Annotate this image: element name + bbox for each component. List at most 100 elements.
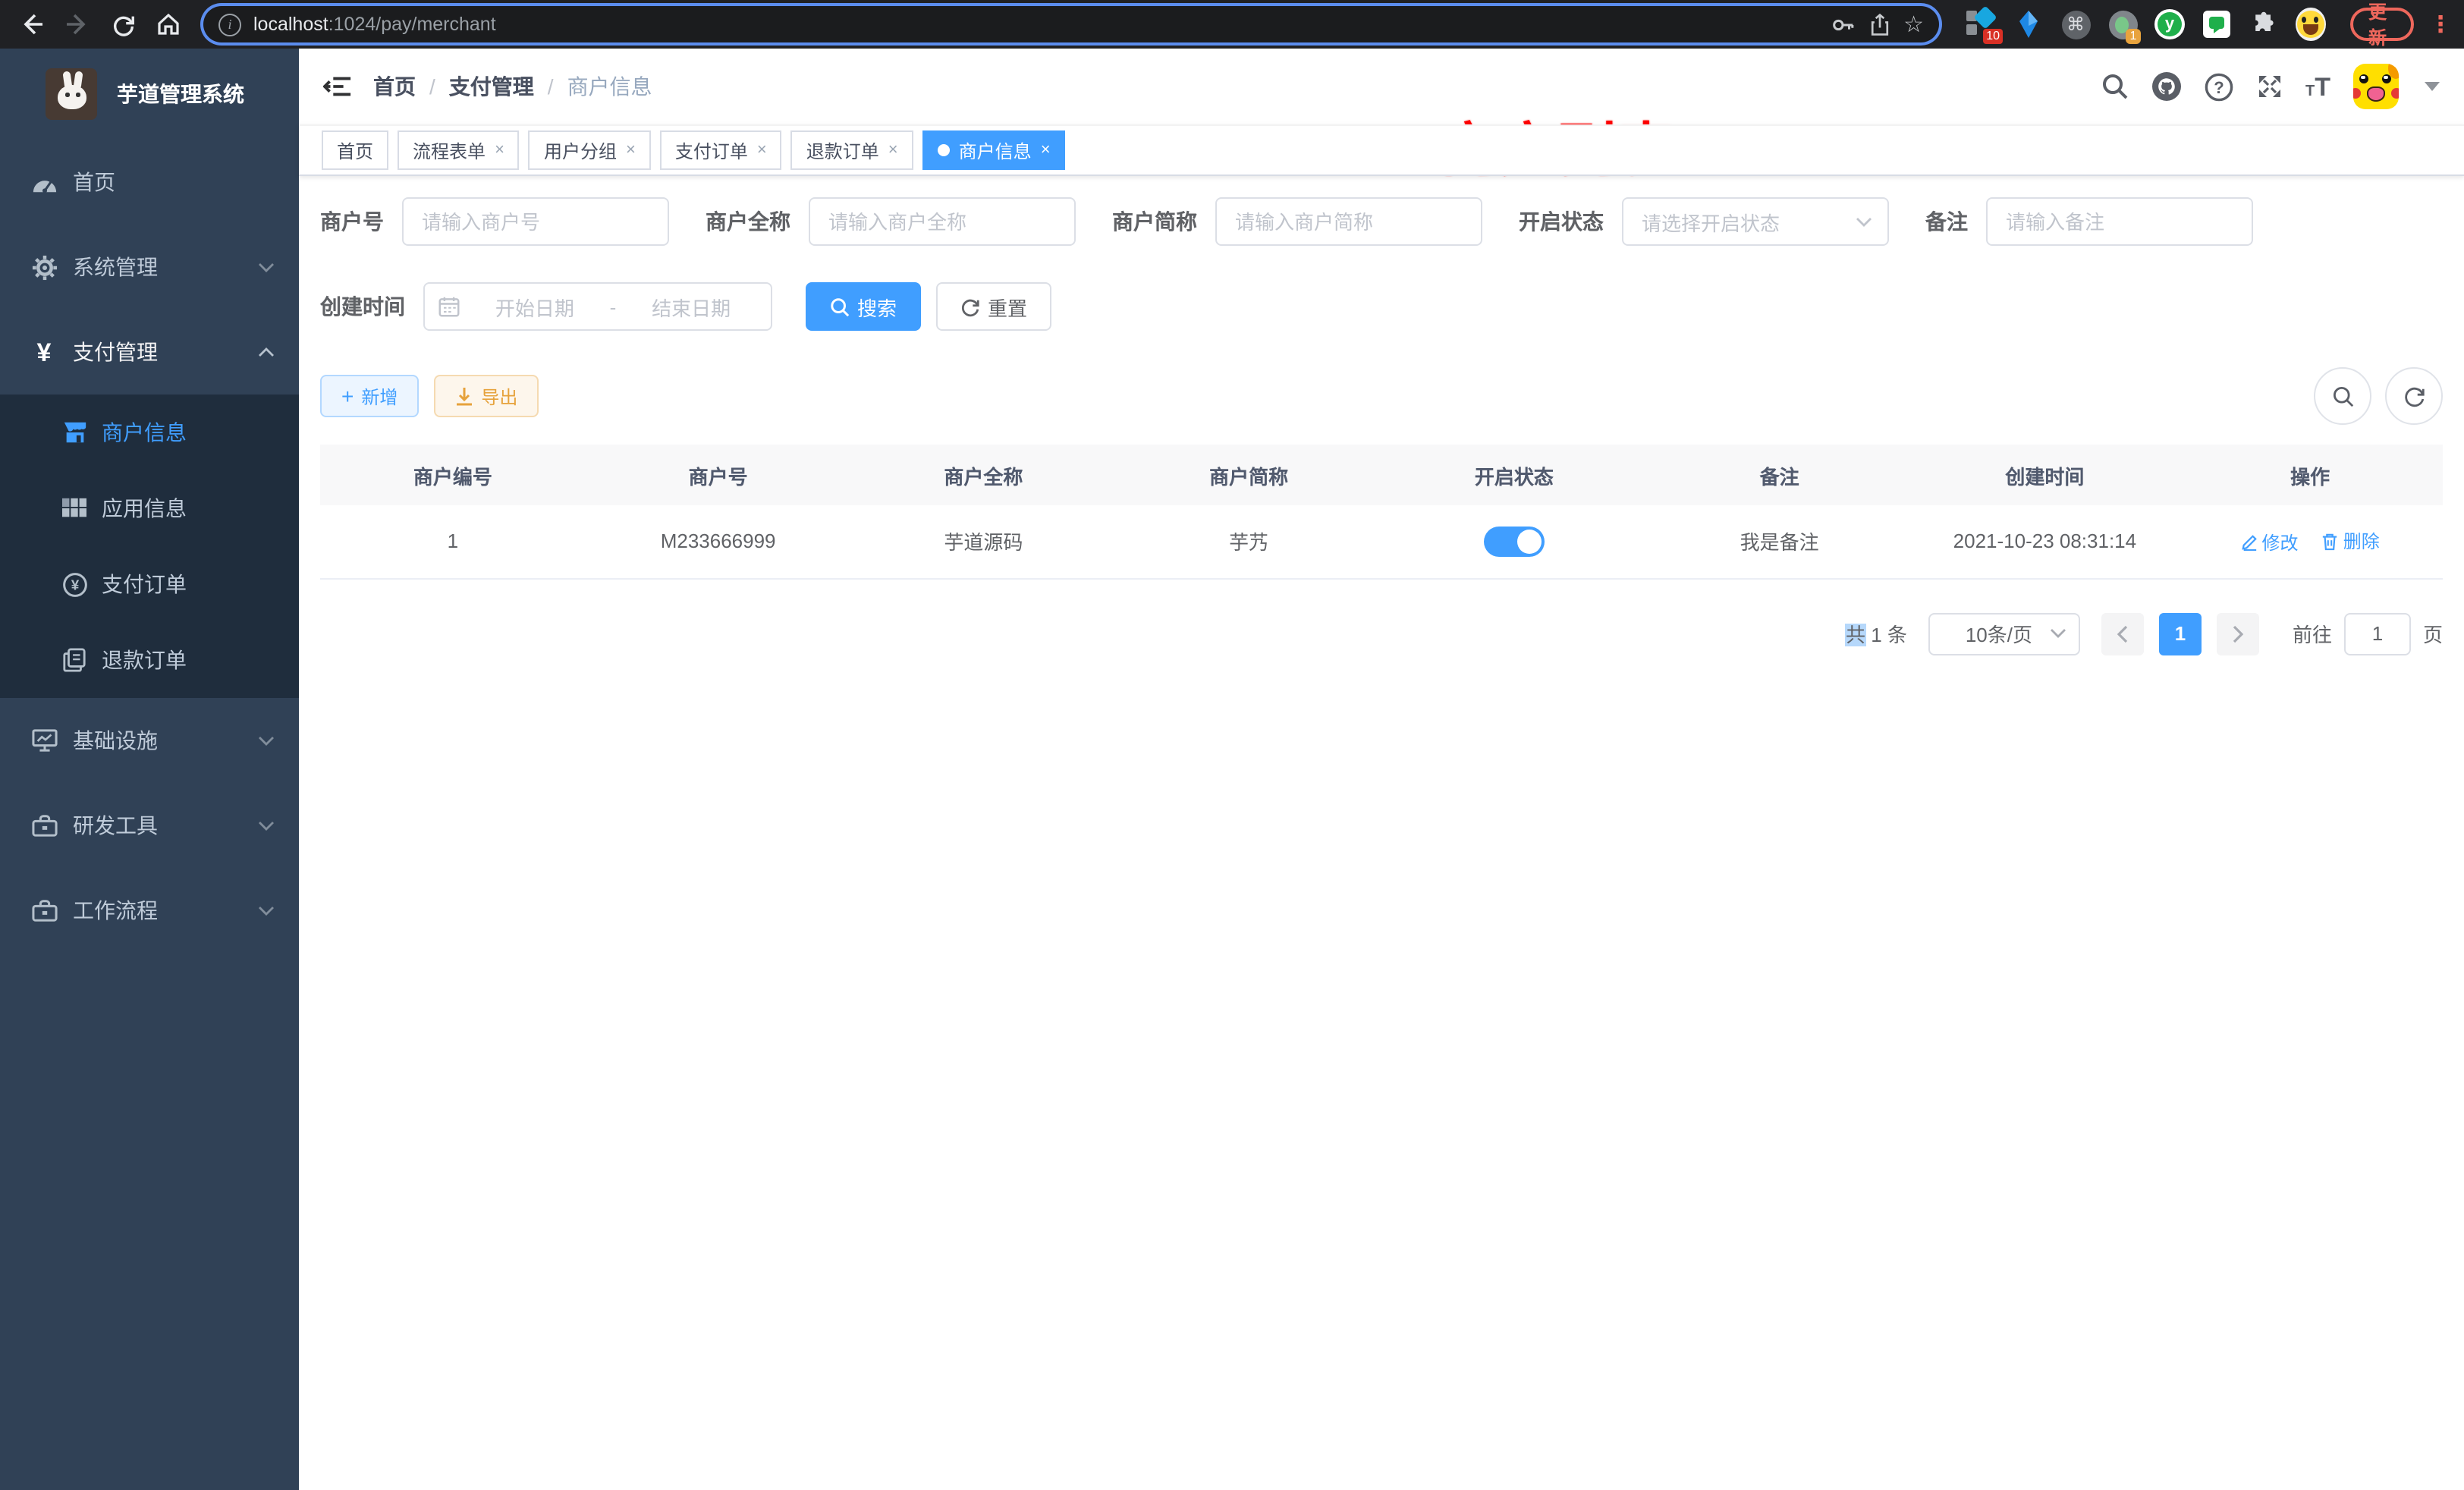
browser-toolbar: i localhost:1024/pay/merchant ☆ 10 ⌘ bbox=[0, 0, 2464, 49]
sidebar-subitem-pay-order[interactable]: ¥ 支付订单 bbox=[0, 546, 299, 622]
sidebar-item-home[interactable]: 首页 bbox=[0, 140, 299, 225]
app-logo-row[interactable]: 芋道管理系统 bbox=[0, 49, 299, 140]
password-key-icon[interactable] bbox=[1829, 11, 1855, 37]
reset-button[interactable]: 重置 bbox=[936, 282, 1051, 331]
share-icon[interactable] bbox=[1867, 11, 1891, 37]
merchant-no-input[interactable] bbox=[402, 197, 669, 246]
chevron-down-icon bbox=[258, 820, 275, 831]
create-time-range-picker[interactable]: 开始日期 - 结束日期 bbox=[423, 282, 772, 331]
status-select[interactable]: 请选择开启状态 bbox=[1622, 197, 1889, 246]
refresh-table-button[interactable] bbox=[2385, 367, 2443, 425]
sidebar-item-payment[interactable]: ¥ 支付管理 bbox=[0, 310, 299, 395]
sidebar-item-dev-tools[interactable]: 研发工具 bbox=[0, 783, 299, 868]
col-short-name: 商户简称 bbox=[1116, 445, 1381, 505]
grid-icon bbox=[61, 498, 88, 519]
next-page-button[interactable] bbox=[2217, 612, 2259, 655]
chevron-down-icon bbox=[258, 262, 275, 272]
breadcrumb: 首页 / 支付管理 / 商户信息 bbox=[373, 71, 652, 102]
table-row: 1 M233666999 芋道源码 芋艿 我是备注 2021-10-23 08:… bbox=[320, 505, 2443, 578]
breadcrumb-item-payment[interactable]: 支付管理 bbox=[449, 71, 534, 102]
search-button[interactable]: 搜索 bbox=[806, 282, 921, 331]
add-button[interactable]: + 新增 bbox=[320, 375, 419, 417]
tab-user-group[interactable]: 用户分组× bbox=[529, 130, 651, 170]
url-bar[interactable]: i localhost:1024/pay/merchant ☆ bbox=[203, 6, 1939, 42]
download-icon bbox=[455, 386, 473, 406]
close-icon[interactable]: × bbox=[888, 142, 898, 159]
edit-link[interactable]: 修改 bbox=[2240, 529, 2298, 555]
sidebar-item-workflow[interactable]: 工作流程 bbox=[0, 868, 299, 953]
extension-green-chat-icon[interactable] bbox=[2202, 9, 2232, 39]
sidebar-subitem-app-info[interactable]: 应用信息 bbox=[0, 470, 299, 546]
tab-refund-order[interactable]: 退款订单× bbox=[791, 130, 913, 170]
close-icon[interactable]: × bbox=[495, 142, 504, 159]
close-icon[interactable]: × bbox=[626, 142, 636, 159]
tags-view: 首页 流程表单× 用户分组× 支付订单× 退款订单× 商户信息× bbox=[299, 124, 2464, 176]
chevron-down-icon bbox=[258, 905, 275, 916]
status-label: 开启状态 bbox=[1519, 206, 1604, 237]
close-icon[interactable]: × bbox=[1041, 142, 1051, 159]
briefcase-icon bbox=[30, 898, 58, 923]
remark-label: 备注 bbox=[1925, 206, 1968, 237]
help-icon[interactable]: ? bbox=[2204, 72, 2233, 101]
sidebar-item-label: 支付管理 bbox=[73, 337, 258, 367]
extensions-area: 10 ⌘ 1 y bbox=[1966, 9, 2326, 39]
tab-pay-order[interactable]: 支付订单× bbox=[660, 130, 782, 170]
col-create-time: 创建时间 bbox=[1912, 445, 2178, 505]
yen-icon: ¥ bbox=[30, 339, 58, 365]
browser-reload-button[interactable] bbox=[103, 5, 143, 44]
payment-submenu: 商户信息 应用信息 ¥ 支付订单 bbox=[0, 395, 299, 698]
sidebar-item-infrastructure[interactable]: 基础设施 bbox=[0, 698, 299, 783]
sidebar-item-label: 系统管理 bbox=[73, 252, 258, 282]
delete-link[interactable]: 删除 bbox=[2322, 528, 2380, 554]
extension-blue-gem-icon[interactable] bbox=[2013, 9, 2044, 39]
toggle-search-button[interactable] bbox=[2314, 367, 2371, 425]
font-size-icon[interactable]: TT bbox=[2305, 74, 2330, 99]
extension-grid-diamond-icon[interactable]: 10 bbox=[1966, 9, 1997, 39]
date-start-placeholder: 开始日期 bbox=[469, 292, 601, 321]
table-header-row: 商户编号 商户号 商户全称 商户简称 开启状态 备注 创建时间 操作 bbox=[320, 445, 2443, 505]
prev-page-button[interactable] bbox=[2101, 612, 2144, 655]
browser-home-button[interactable] bbox=[149, 5, 188, 44]
search-icon[interactable] bbox=[2101, 73, 2128, 100]
browser-forward-button[interactable] bbox=[58, 5, 97, 44]
sidebar-item-system[interactable]: 系统管理 bbox=[0, 225, 299, 310]
yen-circle-icon: ¥ bbox=[61, 571, 88, 597]
site-info-icon[interactable]: i bbox=[218, 13, 241, 36]
browser-back-button[interactable] bbox=[12, 5, 52, 44]
sidebar-item-label: 首页 bbox=[73, 167, 275, 197]
full-name-label: 商户全称 bbox=[706, 206, 790, 237]
bookmark-star-icon[interactable]: ☆ bbox=[1903, 13, 1924, 36]
extension-gray-green-icon[interactable]: 1 bbox=[2107, 9, 2138, 39]
goto-page-input[interactable] bbox=[2344, 612, 2411, 655]
search-icon bbox=[2331, 385, 2354, 407]
sidebar-collapse-button[interactable] bbox=[323, 74, 352, 99]
extension-y-icon[interactable]: y bbox=[2154, 9, 2185, 39]
extensions-puzzle-icon[interactable] bbox=[2249, 9, 2279, 39]
github-icon[interactable] bbox=[2151, 71, 2181, 102]
breadcrumb-item-home[interactable]: 首页 bbox=[373, 71, 416, 102]
close-icon[interactable]: × bbox=[757, 142, 767, 159]
page-size-select[interactable]: 10条/页 bbox=[1928, 612, 2080, 655]
tab-merchant-info[interactable]: 商户信息× bbox=[922, 130, 1066, 170]
avatar-caret-icon[interactable] bbox=[2425, 82, 2440, 91]
export-button[interactable]: 导出 bbox=[434, 375, 539, 417]
sidebar-subitem-refund-order[interactable]: 退款订单 bbox=[0, 622, 299, 698]
page-number-current[interactable]: 1 bbox=[2159, 612, 2202, 655]
extension-command-icon[interactable]: ⌘ bbox=[2060, 9, 2091, 39]
navbar-actions: ? TT bbox=[2101, 64, 2440, 109]
short-name-input[interactable] bbox=[1215, 197, 1482, 246]
fullscreen-icon[interactable] bbox=[2255, 73, 2283, 100]
sidebar-subitem-merchant-info[interactable]: 商户信息 bbox=[0, 395, 299, 470]
browser-profile-avatar[interactable] bbox=[2296, 9, 2326, 39]
browser-update-button[interactable]: 更新 bbox=[2350, 8, 2414, 41]
browser-menu-kebab-icon[interactable]: ⋮ bbox=[2429, 13, 2452, 36]
tab-process-form[interactable]: 流程表单× bbox=[398, 130, 520, 170]
sidebar-item-label: 基础设施 bbox=[73, 725, 258, 756]
user-avatar[interactable] bbox=[2353, 64, 2399, 109]
breadcrumb-separator: / bbox=[429, 74, 435, 99]
remark-input[interactable] bbox=[1986, 197, 2253, 246]
status-toggle[interactable] bbox=[1484, 527, 1545, 557]
tab-home[interactable]: 首页 bbox=[322, 130, 388, 170]
date-end-placeholder: 结束日期 bbox=[625, 292, 757, 321]
full-name-input[interactable] bbox=[809, 197, 1076, 246]
